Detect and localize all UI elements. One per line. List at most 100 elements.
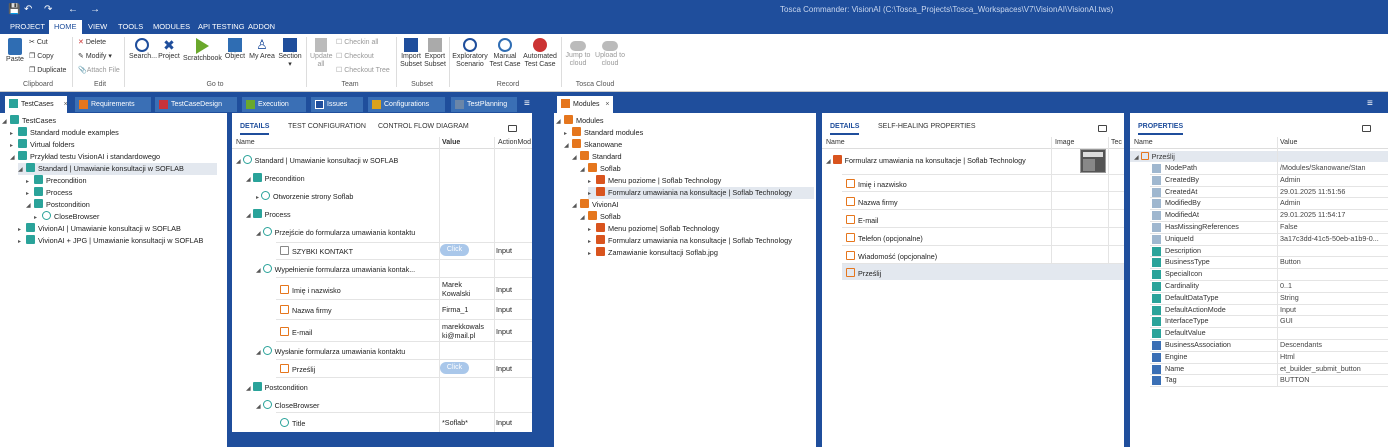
- row-action[interactable]: Input: [496, 246, 512, 255]
- row-action[interactable]: Input: [496, 305, 512, 314]
- collapse-icon[interactable]: ◢: [572, 152, 580, 164]
- tree-item[interactable]: ▸ Formularz umawiania na konsultacje | So…: [588, 235, 792, 247]
- upload-to-cloud-button[interactable]: Upload to cloud: [594, 38, 626, 68]
- tab-details[interactable]: DETAILS: [240, 123, 270, 135]
- property-name[interactable]: Name: [1165, 364, 1184, 373]
- menu-tab-home[interactable]: HOME: [49, 20, 82, 34]
- checkout-button[interactable]: ☐ Checkout: [336, 52, 374, 60]
- collapse-icon[interactable]: ◢: [10, 152, 18, 164]
- tree-item[interactable]: ◢ Skanowane: [564, 139, 622, 151]
- print-icon[interactable]: [1098, 125, 1107, 132]
- table-row[interactable]: ◢ Postcondition: [246, 382, 308, 394]
- tree-item[interactable]: ◢ Soflab: [580, 163, 621, 175]
- collapse-icon[interactable]: ◢: [18, 164, 26, 176]
- scratchbook-button[interactable]: Scratchbook: [183, 38, 222, 63]
- collapse-icon[interactable]: ◢: [256, 231, 261, 237]
- col-name[interactable]: Name: [236, 137, 255, 149]
- collapse-icon[interactable]: ◢: [826, 159, 831, 165]
- collapse-icon[interactable]: ◢: [26, 200, 34, 212]
- doc-tab-issues[interactable]: Issues: [311, 97, 363, 112]
- collapse-icon[interactable]: ◢: [556, 116, 564, 128]
- property-value[interactable]: Admin: [1280, 175, 1386, 184]
- property-value[interactable]: Button: [1280, 257, 1386, 266]
- col-name[interactable]: Name: [1134, 137, 1153, 149]
- tab-properties[interactable]: PROPERTIES: [1138, 123, 1184, 135]
- menu-tab-addon[interactable]: ADDON: [246, 22, 277, 31]
- doc-tab-execution[interactable]: Execution: [242, 97, 306, 112]
- property-name[interactable]: BusinessType: [1165, 257, 1210, 266]
- table-row[interactable]: ◢ Standard | Umawianie konsultacji w SOF…: [236, 155, 398, 167]
- copy-button[interactable]: ❐ Copy: [29, 52, 54, 60]
- module-screenshot-thumbnail[interactable]: [1080, 149, 1106, 173]
- tree-item[interactable]: ▸ Standard modules: [564, 127, 643, 139]
- search-button[interactable]: Search...: [129, 38, 157, 61]
- collapse-icon[interactable]: ◢: [2, 116, 10, 128]
- tree-item[interactable]: ▸ CloseBrowser: [34, 211, 99, 223]
- tree-item[interactable]: ▸ Process: [26, 187, 72, 199]
- property-name[interactable]: Cardinality: [1165, 281, 1199, 290]
- tree-item[interactable]: ◢ Soflab: [580, 211, 621, 223]
- col-image[interactable]: Image: [1055, 137, 1074, 149]
- jump-to-cloud-button[interactable]: Jump to cloud: [564, 38, 592, 68]
- cut-button[interactable]: ✂ Cut: [29, 38, 48, 46]
- menu-tab-tools[interactable]: TOOLS: [116, 22, 145, 31]
- expand-icon[interactable]: ▸: [18, 236, 26, 248]
- table-row[interactable]: ◢ Przejście do formularza umawiania kont…: [256, 227, 415, 239]
- row-action[interactable]: Input: [496, 327, 512, 336]
- tree-item-selected[interactable]: ◢ Standard | Umawianie konsultacji w SOFL…: [18, 163, 217, 175]
- expand-icon[interactable]: ▸: [588, 248, 596, 260]
- property-name[interactable]: CreatedAt: [1165, 187, 1197, 196]
- table-row[interactable]: ◢ Wysłanie formularza umawiania kontaktu: [256, 346, 405, 358]
- close-icon[interactable]: ×: [64, 101, 67, 108]
- table-row[interactable]: ◢ Process: [246, 209, 291, 221]
- tree-item[interactable]: ▸ VivionAI | Umawianie konsultacji w SOFL…: [18, 223, 181, 235]
- property-name[interactable]: Tag: [1165, 375, 1177, 384]
- manual-test-case-button[interactable]: Manual Test Case: [489, 38, 521, 69]
- property-name[interactable]: SpecialIcon: [1165, 269, 1202, 278]
- tree-item[interactable]: ▸ Virtual folders: [10, 139, 74, 151]
- collapse-icon[interactable]: ◢: [256, 404, 261, 410]
- property-value[interactable]: String: [1280, 293, 1386, 302]
- menu-icon[interactable]: ≡: [1367, 98, 1373, 109]
- value-click-pill[interactable]: Click: [440, 244, 469, 256]
- object-button[interactable]: Object: [223, 38, 247, 61]
- property-name[interactable]: UniqueId: [1165, 234, 1194, 243]
- attach-file-button[interactable]: 📎Attach File: [78, 66, 120, 74]
- redo-icon[interactable]: ↷: [44, 4, 52, 15]
- property-value[interactable]: et_builder_submit_button: [1280, 364, 1386, 373]
- automated-test-case-button[interactable]: Automated Test Case: [522, 38, 558, 69]
- tab-test-configuration[interactable]: TEST CONFIGURATION: [288, 123, 366, 130]
- collapse-icon[interactable]: ◢: [1134, 155, 1139, 161]
- tree-item[interactable]: ▸ Menu poziome | Soflab Technology: [588, 175, 721, 187]
- col-actionmode[interactable]: ActionMod: [498, 137, 531, 149]
- property-value[interactable]: 29.01.2025 11:54:17: [1280, 210, 1386, 219]
- forward-icon[interactable]: →: [90, 4, 100, 15]
- table-row[interactable]: ◢ CloseBrowser: [256, 400, 319, 412]
- doc-tab-configurations[interactable]: Configurations: [368, 97, 445, 112]
- table-row-selected[interactable]: Prześlij: [846, 268, 881, 278]
- doc-tab-testplanning[interactable]: TestPlanning: [451, 97, 517, 112]
- tree-item[interactable]: ▸ Menu poziome| Soflab Technology: [588, 223, 719, 235]
- tab-details[interactable]: DETAILS: [830, 123, 860, 135]
- tree-item[interactable]: ◢ Postcondition: [26, 199, 90, 211]
- table-row[interactable]: E-mail: [846, 215, 878, 225]
- modify-button[interactable]: ✎ Modify ▾: [78, 52, 112, 60]
- table-row[interactable]: Wiadomość (opcjonalne): [846, 251, 937, 261]
- save-icon[interactable]: 💾: [8, 4, 20, 15]
- property-value[interactable]: False: [1280, 222, 1386, 231]
- property-name[interactable]: DefaultActionMode: [1165, 305, 1226, 314]
- tree-item[interactable]: ◢ Standard: [572, 151, 622, 163]
- close-icon[interactable]: ×: [605, 101, 609, 108]
- row-value[interactable]: Marek Kowalski: [442, 280, 470, 298]
- table-row[interactable]: Imię i nazwisko: [280, 285, 341, 295]
- col-technical[interactable]: Tec: [1111, 137, 1122, 149]
- my-area-button[interactable]: ♙ My Area: [248, 38, 276, 61]
- export-subset-button[interactable]: Export Subset: [423, 38, 447, 69]
- col-name[interactable]: Name: [826, 137, 845, 149]
- property-value[interactable]: 3a17c3dd-41c5-50eb-a1b9-0...: [1280, 234, 1386, 243]
- property-name[interactable]: DefaultDataType: [1165, 293, 1219, 302]
- tree-item[interactable]: ▸ Precondition: [26, 175, 87, 187]
- tree-item[interactable]: ▸ VivionAI + JPG | Umawianie konsultacji …: [18, 235, 203, 247]
- tree-item[interactable]: ▸ Standard module examples: [10, 127, 119, 139]
- property-name[interactable]: DefaultValue: [1165, 328, 1206, 337]
